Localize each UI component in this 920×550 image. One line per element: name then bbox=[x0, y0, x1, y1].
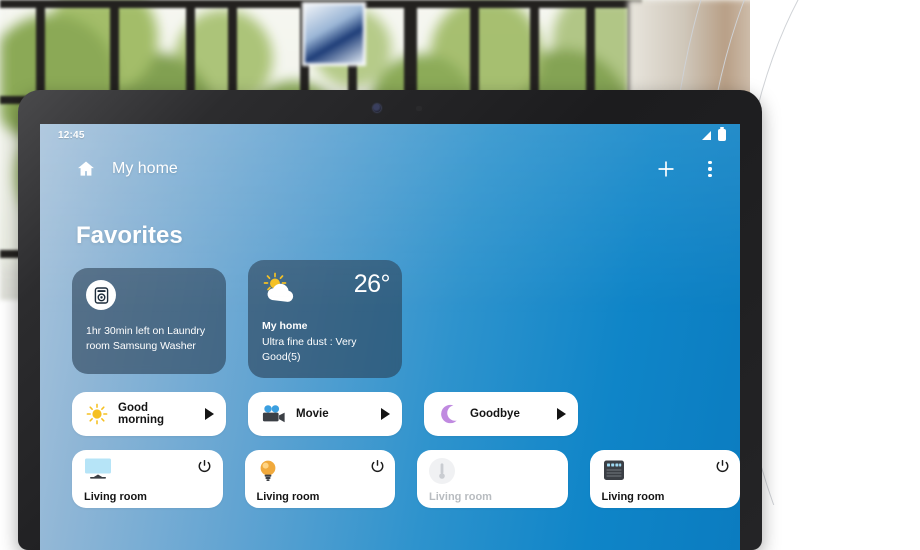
sun-behind-cloud-icon bbox=[263, 272, 294, 302]
status-bar: 12:45 bbox=[40, 124, 740, 146]
proximity-sensor-icon bbox=[416, 106, 422, 111]
framed-artwork bbox=[302, 2, 366, 66]
scene-label: Good morning bbox=[118, 402, 164, 426]
section-title-favorites: Favorites bbox=[76, 222, 183, 249]
favorites-content: 1hr 30min left on Laundry room Samsung W… bbox=[40, 250, 740, 508]
more-options-icon[interactable] bbox=[698, 157, 722, 181]
washing-machine-icon bbox=[86, 280, 116, 310]
status-card-row: 1hr 30min left on Laundry room Samsung W… bbox=[72, 260, 740, 378]
play-icon[interactable] bbox=[205, 408, 214, 420]
signal-bars-icon bbox=[702, 130, 711, 140]
power-icon[interactable] bbox=[369, 458, 385, 474]
scene-movie[interactable]: Movie bbox=[248, 392, 402, 436]
scene-row: Good morning Movie Goodbye bbox=[72, 392, 740, 436]
power-icon[interactable] bbox=[197, 458, 213, 474]
device-tv[interactable]: Living room bbox=[72, 450, 223, 508]
scene-goodbye[interactable]: Goodbye bbox=[424, 392, 578, 436]
scene-good-morning[interactable]: Good morning bbox=[72, 392, 226, 436]
device-label: Living room bbox=[601, 491, 665, 503]
weather-temperature: 26° bbox=[353, 270, 391, 298]
scene-label: Goodbye bbox=[470, 408, 520, 420]
laundry-washer-card[interactable]: 1hr 30min left on Laundry room Samsung W… bbox=[72, 268, 226, 374]
device-thermostat[interactable]: Living room bbox=[417, 450, 568, 508]
plus-icon[interactable] bbox=[654, 157, 678, 181]
movie-camera-icon bbox=[262, 405, 285, 423]
device-light[interactable]: Living room bbox=[244, 450, 395, 508]
crescent-moon-icon bbox=[441, 404, 457, 424]
device-row: Living room Living room Living room Livi… bbox=[72, 450, 740, 508]
power-icon[interactable] bbox=[714, 458, 730, 474]
weather-air-quality: Ultra fine dust : Very Good(5) bbox=[262, 336, 357, 363]
battery-icon bbox=[718, 127, 726, 141]
device-label: Living room bbox=[84, 491, 147, 503]
device-label: Living room bbox=[429, 491, 492, 503]
light-bulb-icon bbox=[260, 460, 275, 481]
weather-card[interactable]: 26° My home Ultra fine dust : Very Good(… bbox=[248, 260, 402, 378]
air-purifier-icon bbox=[603, 460, 624, 480]
device-air-purifier[interactable]: Living room bbox=[589, 450, 740, 508]
app-bar: My home bbox=[40, 146, 740, 192]
play-icon[interactable] bbox=[381, 408, 390, 420]
thermometer-icon bbox=[429, 458, 455, 484]
status-icons bbox=[700, 127, 726, 141]
smartthings-app-screen: 12:45 My home Favorites 1hr 30min left o… bbox=[40, 124, 740, 550]
page-title: My home bbox=[112, 160, 178, 177]
television-icon bbox=[85, 458, 111, 479]
sun-icon bbox=[86, 403, 108, 425]
device-label: Living room bbox=[256, 491, 320, 503]
washer-status-text: 1hr 30min left on Laundry room Samsung W… bbox=[86, 325, 206, 353]
weather-location: My home bbox=[262, 320, 308, 332]
tablet-device: 12:45 My home Favorites 1hr 30min left o… bbox=[18, 90, 762, 550]
status-time: 12:45 bbox=[58, 129, 85, 141]
front-camera-icon bbox=[373, 104, 381, 112]
scene-label: Movie bbox=[296, 408, 329, 420]
play-icon[interactable] bbox=[557, 408, 566, 420]
home-icon[interactable] bbox=[74, 157, 98, 181]
